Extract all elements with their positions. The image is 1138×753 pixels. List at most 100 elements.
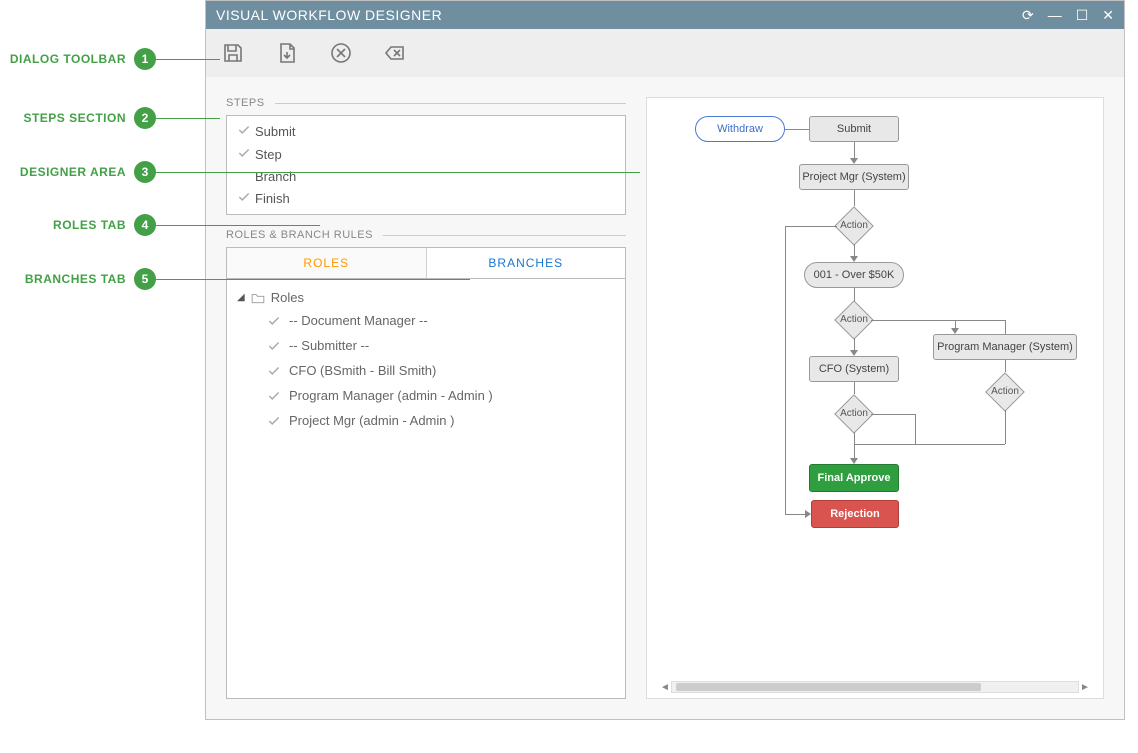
node-program-mgr-label: Program Manager (System)	[937, 341, 1073, 353]
roles-branch-section: ROLES & BRANCH RULES ROLES BRANCHES ◢ Ro…	[226, 229, 626, 699]
export-button[interactable]	[274, 40, 300, 66]
node-final-approve[interactable]: Final Approve	[809, 464, 899, 492]
checkmark-icon	[267, 414, 281, 428]
titlebar: VISUAL WORKFLOW DESIGNER ⟳ — ☐ ✕	[206, 1, 1124, 29]
callout-badge: 5	[134, 268, 156, 290]
callout-badge: 3	[134, 161, 156, 183]
window-title: VISUAL WORKFLOW DESIGNER	[216, 7, 442, 23]
node-action-2[interactable]: Action	[834, 300, 874, 340]
folder-icon	[251, 292, 265, 304]
node-rejection[interactable]: Rejection	[811, 500, 899, 528]
connector	[955, 320, 1005, 321]
role-item[interactable]: CFO (BSmith - Bill Smith)	[237, 358, 615, 383]
refresh-icon[interactable]: ⟳	[1022, 7, 1034, 24]
checkmark-icon	[267, 339, 281, 353]
horizontal-scrollbar[interactable]: ◄ ►	[659, 680, 1091, 694]
diamond-label: Action	[834, 314, 874, 325]
connector	[871, 414, 915, 415]
callout-label: DESIGNER AREA	[6, 165, 126, 179]
callout-label: ROLES TAB	[6, 218, 126, 232]
clear-button[interactable]	[382, 40, 408, 66]
dialog-toolbar	[206, 29, 1124, 77]
callout-badge: 2	[134, 107, 156, 129]
step-item[interactable]: Finish	[227, 187, 625, 210]
close-icon[interactable]: ✕	[1102, 7, 1114, 24]
callout-badge: 4	[134, 214, 156, 236]
step-label: Submit	[255, 124, 295, 139]
caret-icon: ◢	[237, 292, 245, 303]
cancel-button[interactable]	[328, 40, 354, 66]
step-item[interactable]: Step	[227, 143, 625, 166]
tab-roles[interactable]: ROLES	[227, 248, 427, 278]
connector	[871, 320, 955, 321]
scroll-track[interactable]	[671, 681, 1079, 693]
roles-list: -- Document Manager -- -- Submitter -- CFO…	[237, 308, 615, 433]
node-submit[interactable]: Submit	[809, 116, 899, 142]
node-final-approve-label: Final Approve	[818, 472, 891, 484]
callout-label: DIALOG TOOLBAR	[6, 52, 126, 66]
callout-line	[156, 225, 320, 226]
designer-area[interactable]: Withdraw Submit Project Mgr (System) Ac	[646, 97, 1104, 699]
callout-label: STEPS SECTION	[6, 111, 126, 125]
callout-line	[156, 59, 220, 60]
tab-branches[interactable]: BRANCHES	[427, 248, 626, 278]
scroll-right-icon[interactable]: ►	[1079, 682, 1091, 693]
node-cfo-label: CFO (System)	[819, 363, 889, 375]
node-over-50k-label: 001 - Over $50K	[814, 269, 895, 281]
tree-root[interactable]: ◢ Roles	[237, 287, 615, 308]
step-label: Step	[255, 147, 282, 162]
callout: DIALOG TOOLBAR1	[6, 48, 156, 70]
node-cfo[interactable]: CFO (System)	[809, 356, 899, 382]
role-item[interactable]: Program Manager (admin - Admin )	[237, 383, 615, 408]
app-window: VISUAL WORKFLOW DESIGNER ⟳ — ☐ ✕ STEPS S…	[205, 0, 1125, 720]
role-item[interactable]: Project Mgr (admin - Admin )	[237, 408, 615, 433]
window-controls: ⟳ — ☐ ✕	[1022, 7, 1114, 24]
maximize-icon[interactable]: ☐	[1076, 7, 1089, 24]
callout-line	[156, 118, 220, 119]
left-panel: STEPS SubmitStepBranchFinish ROLES & BRA…	[226, 97, 626, 699]
connector	[785, 129, 809, 130]
callout: DESIGNER AREA 3	[6, 161, 156, 183]
role-label: -- Document Manager --	[289, 313, 428, 328]
tree-root-label: Roles	[271, 290, 304, 305]
connector	[1005, 320, 1006, 334]
minimize-icon[interactable]: —	[1048, 7, 1062, 23]
callout-line	[156, 279, 470, 280]
connector	[1005, 410, 1006, 444]
role-item[interactable]: -- Document Manager --	[237, 308, 615, 333]
scroll-left-icon[interactable]: ◄	[659, 682, 671, 693]
connector	[1005, 360, 1006, 372]
content-area: STEPS SubmitStepBranchFinish ROLES & BRA…	[206, 77, 1124, 719]
save-button[interactable]	[220, 40, 246, 66]
node-submit-label: Submit	[837, 123, 871, 135]
steps-box: Submit Step BranchFinish	[226, 115, 626, 215]
node-action-3[interactable]: Action	[834, 394, 874, 434]
node-project-mgr-label: Project Mgr (System)	[802, 171, 905, 183]
scroll-thumb[interactable]	[676, 683, 981, 691]
diamond-label: Action	[985, 386, 1025, 397]
connector	[785, 226, 786, 514]
node-program-mgr[interactable]: Program Manager (System)	[933, 334, 1077, 360]
role-label: -- Submitter --	[289, 338, 369, 353]
callout-label: BRANCHES TAB	[6, 272, 126, 286]
diamond-label: Action	[834, 220, 874, 231]
roles-tree: ◢ Roles -- Document Manager -- -- Submitt…	[226, 278, 626, 699]
node-withdraw[interactable]: Withdraw	[695, 116, 785, 142]
node-project-mgr[interactable]: Project Mgr (System)	[799, 164, 909, 190]
checkmark-icon	[237, 123, 255, 140]
role-label: CFO (BSmith - Bill Smith)	[289, 363, 436, 378]
roles-branch-header: ROLES & BRANCH RULES	[226, 229, 626, 241]
checkmark-icon	[267, 364, 281, 378]
step-item[interactable]: Branch	[227, 166, 625, 187]
connector	[915, 414, 916, 444]
node-over-50k[interactable]: 001 - Over $50K	[804, 262, 904, 288]
node-action-1[interactable]: Action	[834, 206, 874, 246]
flowchart-canvas: Withdraw Submit Project Mgr (System) Ac	[665, 116, 1085, 676]
connector	[785, 226, 837, 227]
connector	[915, 444, 1005, 445]
role-item[interactable]: -- Submitter --	[237, 333, 615, 358]
callout: BRANCHES TAB 5	[6, 268, 156, 290]
connector	[854, 432, 855, 460]
step-item[interactable]: Submit	[227, 120, 625, 143]
node-action-4[interactable]: Action	[985, 372, 1025, 412]
